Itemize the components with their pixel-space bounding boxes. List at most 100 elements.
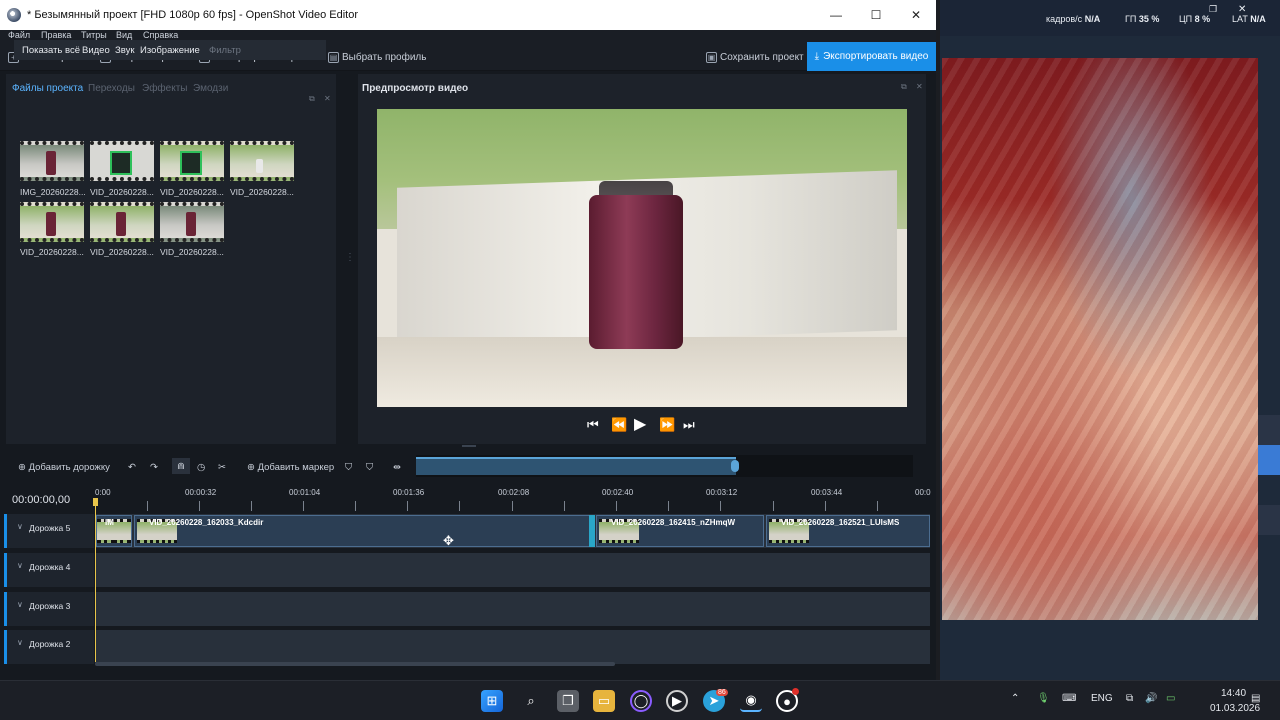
export-video-button[interactable]: ⤓ Экспортировать видео <box>807 42 936 71</box>
file-explorer-icon[interactable]: ▭ <box>593 690 615 712</box>
file-thumbnail[interactable] <box>90 141 154 181</box>
tab-transitions[interactable]: Переходы <box>88 83 135 94</box>
side-panel-tab[interactable] <box>1258 415 1280 445</box>
notifications-icon[interactable]: ▤ <box>1251 693 1260 704</box>
search-icon[interactable]: ⌕ <box>520 690 542 712</box>
track-header[interactable]: ∨ Дорожка 4 <box>4 553 94 587</box>
track-lane[interactable] <box>95 592 930 626</box>
redo-icon[interactable]: ↷ <box>150 462 158 473</box>
track-header[interactable]: ∨ Дорожка 3 <box>4 592 94 626</box>
clip-trim-handle[interactable] <box>589 515 595 547</box>
file-thumbnail[interactable] <box>160 141 224 181</box>
undock-icon[interactable]: ⧉ <box>309 94 315 104</box>
playhead[interactable] <box>95 500 96 662</box>
filter-search-input[interactable]: Фильтр <box>209 45 241 56</box>
close-button[interactable]: ✕ <box>896 0 936 30</box>
filter-audio[interactable]: Звук <box>115 45 134 56</box>
close-icon[interactable]: ✕ <box>1238 4 1246 15</box>
rewind-icon[interactable]: ⏪ <box>611 417 627 433</box>
language-indicator[interactable]: ENG <box>1091 693 1113 704</box>
browser-icon[interactable]: ◯ <box>630 690 652 712</box>
task-view-icon[interactable]: ❐ <box>557 690 579 712</box>
clock-date[interactable]: 01.03.2026 <box>1210 703 1260 714</box>
skip-to-end-icon[interactable]: ⏭ <box>683 417 695 433</box>
timeline-clip[interactable]: VID_20260228_162415_nZHmqW <box>596 515 764 547</box>
track-header[interactable]: ∨ Дорожка 5 <box>4 514 94 548</box>
track-lane[interactable] <box>95 630 930 664</box>
menu-view[interactable]: Вид <box>116 30 132 40</box>
undock-icon[interactable]: ⧉ <box>901 82 907 92</box>
fps-stat: кадров/с N/A <box>1046 14 1101 24</box>
performance-overlay: кадров/с N/A ГП 35 % ЦП 8 % LAT N/A ❐ ✕ <box>940 0 1280 36</box>
tab-effects[interactable]: Эффекты <box>142 83 187 94</box>
choose-profile-button[interactable]: ▤ Выбрать профиль <box>328 50 426 64</box>
zoom-handle[interactable] <box>731 460 739 472</box>
openshot-taskbar-icon[interactable]: ◉ <box>740 690 762 712</box>
gear-icon[interactable] <box>1258 505 1280 535</box>
zoom-selection[interactable] <box>416 457 736 475</box>
keyboard-icon[interactable]: ⌨ <box>1062 693 1076 704</box>
splitter-handle[interactable]: ⋮ <box>345 252 355 263</box>
chevron-up-icon[interactable]: ⌃ <box>1011 693 1019 704</box>
network-icon[interactable]: ⧉ <box>1126 693 1133 704</box>
razor-icon[interactable]: ✂ <box>218 462 226 473</box>
side-panel-tab[interactable] <box>1258 445 1280 475</box>
camera-video-feed <box>942 58 1258 620</box>
file-thumbnail[interactable] <box>20 202 84 242</box>
timeline-horizontal-scrollbar[interactable] <box>95 662 615 666</box>
center-playhead-icon[interactable]: ⇹ <box>393 462 401 473</box>
previous-marker-icon[interactable]: ⛉ <box>345 462 352 473</box>
preview-video-frame <box>377 109 907 407</box>
file-thumbnail[interactable] <box>160 202 224 242</box>
start-icon[interactable]: ⊞ <box>481 690 503 712</box>
restore-icon[interactable]: ❐ <box>1209 4 1217 15</box>
filter-show-all[interactable]: Показать всё <box>22 45 80 56</box>
splitter-handle[interactable] <box>462 445 476 447</box>
tab-emoji[interactable]: Эмодзи <box>193 83 228 94</box>
track-header[interactable]: ∨ Дорожка 2 <box>4 630 94 664</box>
collapse-chevron-icon[interactable]: ∨ <box>17 600 23 609</box>
collapse-chevron-icon[interactable]: ∨ <box>17 561 23 570</box>
track-lane[interactable] <box>95 553 930 587</box>
fast-forward-icon[interactable]: ⏩ <box>659 417 675 433</box>
add-track-button[interactable]: ⊕ Добавить дорожку <box>18 462 110 473</box>
save-project-button[interactable]: ▣ Сохранить проект <box>706 50 804 64</box>
title-bar[interactable]: * Безымянный проект [FHD 1080p 60 fps] -… <box>0 0 936 30</box>
panel-close-icon[interactable]: ✕ <box>324 94 331 103</box>
play-icon[interactable]: ▶ <box>634 414 646 434</box>
clip-label: VID_20260228_162415_nZHmqW <box>611 518 736 527</box>
file-thumbnail[interactable] <box>230 141 294 181</box>
timing-icon[interactable]: ◷ <box>197 462 205 473</box>
timeline-clip[interactable]: VID_20260228_162033_Kdcdir <box>134 515 592 547</box>
battery-icon[interactable]: ▭ <box>1166 693 1175 704</box>
menu-edit[interactable]: Правка <box>41 30 71 40</box>
filter-image[interactable]: Изображение <box>140 45 200 56</box>
undo-icon[interactable]: ↶ <box>128 462 136 473</box>
skip-to-start-icon[interactable]: ⏮ <box>587 417 599 433</box>
maximize-button[interactable]: ☐ <box>856 0 896 30</box>
file-thumbnail[interactable] <box>90 202 154 242</box>
clip-label: IM <box>105 518 114 527</box>
timeline-clip[interactable]: IM <box>96 515 132 547</box>
menu-titles[interactable]: Титры <box>81 30 107 40</box>
add-marker-label: Добавить маркер <box>257 462 335 473</box>
menu-file[interactable]: Файл <box>8 30 30 40</box>
microphone-icon[interactable]: 🎙 <box>1037 693 1050 704</box>
file-thumbnail[interactable] <box>20 141 84 181</box>
add-marker-button[interactable]: ⊕ Добавить маркер <box>247 462 334 473</box>
panel-close-icon[interactable]: ✕ <box>916 82 923 91</box>
timeline-ruler[interactable]: 0:00 00:00:32 00:01:04 00:01:36 00:02:08… <box>95 484 931 512</box>
collapse-chevron-icon[interactable]: ∨ <box>17 522 23 531</box>
minimize-button[interactable]: — <box>816 0 856 30</box>
clock-time[interactable]: 14:40 <box>1221 688 1246 699</box>
volume-icon[interactable]: 🔊 <box>1145 693 1157 704</box>
filter-video[interactable]: Видео <box>82 45 110 56</box>
timeline-clip[interactable]: VID_20260228_162521_LUIsMS <box>766 515 930 547</box>
file-name: VID_20260228... <box>230 187 294 197</box>
tab-project-files[interactable]: Файлы проекта <box>12 83 83 94</box>
menu-help[interactable]: Справка <box>143 30 178 40</box>
next-marker-icon[interactable]: ⛉ <box>366 462 373 473</box>
media-player-icon[interactable]: ▶ <box>666 690 688 712</box>
snap-icon[interactable]: ⋒ <box>172 458 190 474</box>
collapse-chevron-icon[interactable]: ∨ <box>17 638 23 647</box>
